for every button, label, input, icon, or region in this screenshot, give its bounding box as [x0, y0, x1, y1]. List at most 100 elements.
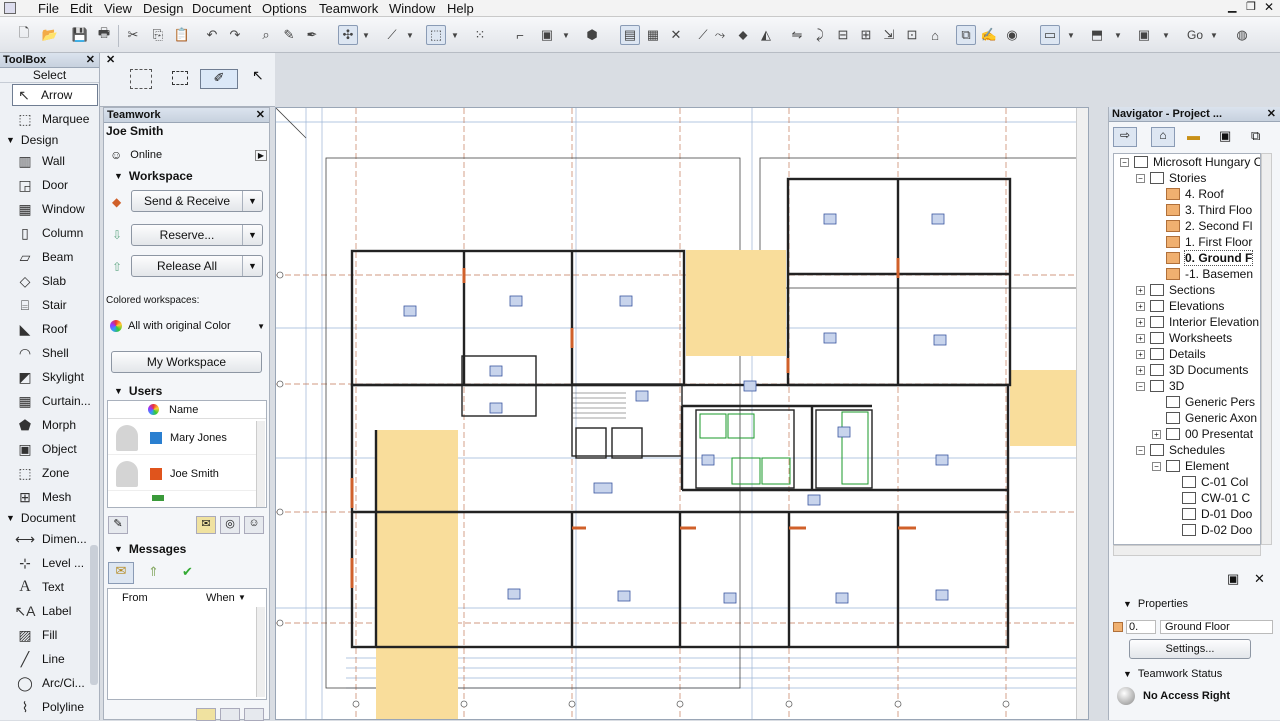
cross-icon[interactable]: ✕: [666, 25, 686, 45]
tool-polyline[interactable]: ⌇ Polyline: [14, 696, 98, 718]
nav-tree-item[interactable]: − Schedules: [1136, 443, 1225, 457]
open-file-icon[interactable]: 📂: [40, 25, 60, 45]
menu-design[interactable]: Design: [143, 1, 183, 16]
organizer-icon[interactable]: ⧉: [1251, 128, 1260, 144]
sent-icon[interactable]: ⇑: [148, 564, 159, 580]
new-file-icon[interactable]: 🗋: [14, 25, 34, 45]
user-info-icon[interactable]: ☺: [244, 516, 264, 534]
window-restore-button[interactable]: ❐: [1246, 0, 1256, 13]
toolbox-close-icon[interactable]: ✕: [86, 53, 95, 68]
teamwork-close-icon[interactable]: ✕: [256, 108, 265, 123]
nav-tree-item[interactable]: Generic Pers: [1152, 395, 1255, 409]
tool-mesh[interactable]: ⊞ Mesh: [14, 486, 98, 508]
inbox-icon[interactable]: ✉: [108, 562, 134, 584]
project-map-icon[interactable]: ⇨: [1113, 127, 1137, 147]
home-icon[interactable]: ⌂: [925, 25, 945, 45]
new-view-icon[interactable]: ▣: [1227, 571, 1239, 587]
nav-tree-item[interactable]: 0. Ground F: [1152, 250, 1254, 266]
users-scrollbar[interactable]: [256, 421, 265, 507]
tool-beam[interactable]: ▱ Beam: [14, 246, 98, 268]
floor-plan-canvas[interactable]: [275, 107, 1089, 720]
settings-button[interactable]: Settings...: [1129, 639, 1251, 659]
messages-section-header[interactable]: ▼ Messages: [114, 542, 186, 556]
tool-curtain-wall[interactable]: ▦ Curtain...: [14, 390, 98, 412]
expand-toggle-icon[interactable]: +: [1136, 333, 1145, 343]
resize-icon[interactable]: ⊡: [902, 25, 922, 45]
offset-icon[interactable]: ⇲: [879, 25, 899, 45]
user-row-mary-jones[interactable]: Mary Jones: [108, 421, 256, 455]
tool-morph[interactable]: ⬟ Morph: [14, 414, 98, 436]
nav-tree-item[interactable]: -1. Basemen: [1152, 267, 1253, 281]
expand-toggle-icon[interactable]: −: [1120, 157, 1129, 167]
snap-dropdown-icon[interactable]: ▼: [360, 25, 372, 45]
layers-dropdown-icon[interactable]: ▼: [560, 25, 572, 45]
tool-stair[interactable]: ⌸ Stair: [14, 294, 98, 316]
print-icon[interactable]: 🖶: [94, 25, 114, 45]
paste-icon[interactable]: 📋: [172, 25, 192, 45]
reserve-button[interactable]: Reserve... ▼: [131, 224, 263, 246]
undo-icon[interactable]: ↶: [202, 25, 222, 45]
nav-tree-item[interactable]: 3. Third Floo: [1152, 203, 1252, 217]
align-icon[interactable]: ⊟: [833, 25, 853, 45]
properties-section-header[interactable]: ▼ Properties: [1123, 598, 1188, 610]
inject-icon[interactable]: ✒: [302, 25, 322, 45]
menu-options[interactable]: Options: [262, 1, 307, 16]
delete-icon[interactable]: [244, 708, 264, 721]
window-close-button[interactable]: ✕: [1264, 0, 1274, 14]
user-action-icon[interactable]: ✎: [108, 516, 128, 534]
marquee-shape-icon[interactable]: [172, 71, 188, 85]
tool-marquee[interactable]: ⬚ Marquee: [14, 108, 98, 130]
nav-tree-item[interactable]: +3D Documents: [1136, 363, 1248, 377]
split-icon[interactable]: ◭: [756, 25, 776, 45]
release-all-button[interactable]: Release All ▼: [131, 255, 263, 277]
nav-tree-item[interactable]: +00 Presentat: [1152, 427, 1253, 441]
my-workspace-button[interactable]: My Workspace: [111, 351, 262, 373]
expand-toggle-icon[interactable]: +: [1152, 429, 1161, 439]
tool-level-dimension[interactable]: ⊹ Level ...: [14, 552, 98, 574]
menu-view[interactable]: View: [104, 1, 132, 16]
nav-tree-item[interactable]: + Worksheets: [1136, 331, 1232, 345]
story-id-field[interactable]: 0.: [1126, 620, 1156, 634]
save-icon[interactable]: 💾: [70, 25, 90, 45]
nav-tree-item[interactable]: C-01 Col: [1168, 475, 1248, 489]
tool-shell[interactable]: ◠ Shell: [14, 342, 98, 364]
grid-snap-icon[interactable]: ⟋: [382, 25, 402, 45]
nav-tree-item[interactable]: 2. Second Fl: [1152, 219, 1252, 233]
teamwork-tool-icon[interactable]: ⧉: [956, 25, 976, 45]
selection-method-icon[interactable]: [130, 69, 152, 89]
3d-view-icon[interactable]: ⬒: [1087, 25, 1107, 45]
menu-help[interactable]: Help: [447, 1, 474, 16]
tool-window[interactable]: ▦ Window: [14, 198, 98, 220]
messages-scrollbar[interactable]: [256, 607, 265, 697]
expand-toggle-icon[interactable]: −: [1136, 381, 1145, 391]
user-row-joe-smith[interactable]: Joe Smith: [108, 457, 256, 491]
gravity-icon[interactable]: ⁙: [470, 25, 490, 45]
layout-dropdown-icon[interactable]: ▼: [1160, 25, 1172, 45]
stair-display-icon[interactable]: ▤: [620, 25, 640, 45]
section-marker-icon[interactable]: ▦: [643, 25, 663, 45]
grid-dropdown-icon[interactable]: ▼: [404, 25, 416, 45]
view-dropdown-icon[interactable]: ▼: [1065, 25, 1077, 45]
nav-tree-item[interactable]: + Elevations: [1136, 299, 1224, 313]
teamwork-status-header[interactable]: ▼ Teamwork Status: [1123, 668, 1222, 680]
canvas-vertical-scrollbar[interactable]: [1076, 108, 1088, 719]
expand-toggle-icon[interactable]: +: [1136, 317, 1145, 327]
tool-skylight[interactable]: ◩ Skylight: [14, 366, 98, 388]
view-map-icon[interactable]: ⌂: [1151, 127, 1175, 147]
toolbox-scrollbar[interactable]: [90, 545, 98, 685]
tool-dimension[interactable]: ⟷ Dimen...: [14, 528, 98, 550]
expand-toggle-icon[interactable]: −: [1136, 173, 1145, 183]
render-icon[interactable]: ◉: [1002, 25, 1022, 45]
navigator-close-icon[interactable]: ✕: [1267, 107, 1276, 122]
menu-window[interactable]: Window: [389, 1, 435, 16]
distribute-icon[interactable]: ⊞: [856, 25, 876, 45]
send-receive-button[interactable]: Send & Receive ▼: [131, 190, 263, 212]
publisher-icon[interactable]: ▣: [1219, 128, 1231, 144]
layers-icon[interactable]: ▣: [537, 25, 557, 45]
suspend-groups-icon[interactable]: ⬚: [426, 25, 446, 45]
tool-zone[interactable]: ⬚ Zone: [14, 462, 98, 484]
nav-tree-item[interactable]: D-01 Doo: [1168, 507, 1252, 521]
tool-wall[interactable]: ▥ Wall: [14, 150, 98, 172]
tool-arc-circle[interactable]: ◯ Arc/Ci...: [14, 672, 98, 694]
send-message-icon[interactable]: ✉: [196, 516, 216, 534]
